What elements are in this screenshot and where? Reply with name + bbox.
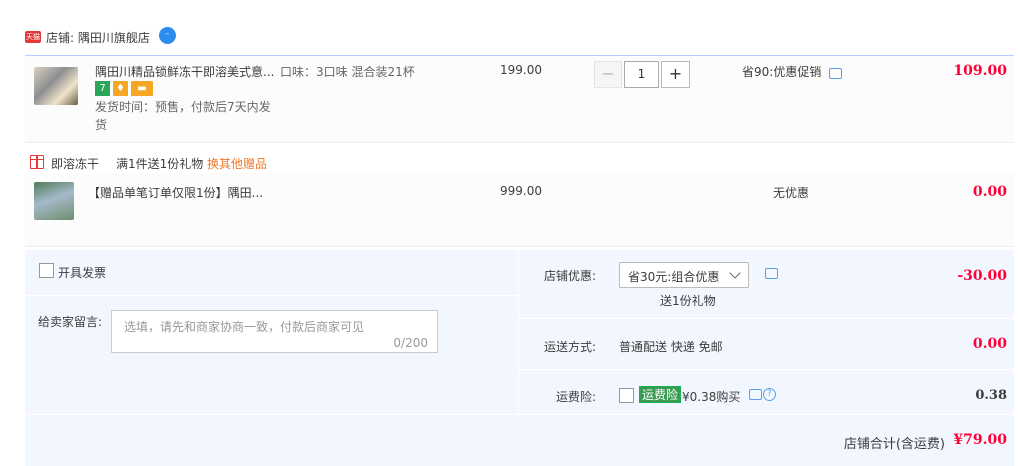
qty-plus-button[interactable]: + (661, 61, 690, 88)
item-promo: 省90:优惠促销 (742, 65, 822, 79)
tmall-badge: 天猫 (25, 31, 41, 43)
message-placeholder: 选填，请先和商家协商一致，付款后商家可见 (124, 320, 365, 334)
shipping-method: 普通配送 快递 免邮 (619, 340, 723, 354)
divider (519, 318, 1014, 319)
seven-day-return-icon[interactable]: 7 (95, 81, 110, 96)
insurance-label: 运费险: (556, 390, 597, 404)
divider (25, 295, 518, 296)
coupon-gift-note: 送1份礼物 (660, 294, 716, 308)
item-thumbnail[interactable] (34, 67, 78, 105)
insurance-checkbox[interactable] (619, 388, 634, 403)
ship-time: 发货时间：预售，付款后7天内发货 (95, 100, 271, 132)
shipping-amount: 0.00 (972, 336, 1007, 352)
comment-icon[interactable] (749, 389, 762, 400)
shop-total-label: 店铺合计(含运费) (843, 437, 945, 452)
divider (519, 369, 1014, 370)
shop-coupon-select[interactable]: 省30元:组合优惠 (619, 262, 749, 288)
message-label: 给卖家留言: (38, 315, 103, 329)
invoice-checkbox[interactable] (39, 263, 54, 278)
shop-coupon-label: 店铺优惠: (544, 269, 597, 283)
shop-total-amount: ¥79.00 (953, 432, 1007, 448)
shop-coupon-value: 省30元:组合优惠 (628, 270, 720, 284)
gift-group-name: 即溶冻干 (51, 157, 100, 171)
service-tags: 7 ♦ ▬ (95, 81, 153, 96)
message-textarea[interactable]: 选填，请先和商家协商一致，付款后商家可见 0/200 (111, 310, 438, 353)
change-gift-link[interactable]: 换其他赠品 (207, 155, 267, 172)
shop-coupon-amount: -30.00 (957, 268, 1007, 284)
item-sku: 口味：3口味 混合装21杯 (280, 65, 415, 79)
item-title-link[interactable]: 隅田川精品锁鲜冻干即溶美式意... (95, 63, 274, 80)
gift-group-rule: 满1件送1份礼物 (116, 157, 204, 171)
invoice-label[interactable]: 开具发票 (58, 264, 106, 281)
insurance-amount: 0.38 (975, 388, 1007, 403)
item-unit-price: 199.00 (500, 63, 542, 77)
shop-name[interactable]: 店铺: 隅田川旗舰店 (46, 29, 150, 46)
item-total: 109.00 (953, 63, 1007, 79)
gift-total: 0.00 (972, 184, 1007, 200)
qty-minus-button[interactable]: − (594, 61, 622, 88)
chevron-down-icon (729, 267, 741, 279)
gift-icon (30, 155, 44, 169)
gift-thumbnail[interactable] (34, 182, 74, 220)
message-char-count: 0/200 (393, 336, 428, 350)
qty-input[interactable]: 1 (624, 61, 659, 88)
gift-promo: 无优惠 (773, 186, 810, 200)
card-icon[interactable]: ▬ (131, 81, 153, 96)
insurance-badge: 运费险 (639, 386, 682, 403)
shield-icon[interactable]: ♦ (113, 81, 128, 96)
gift-title-link[interactable]: 【赠品单笔订单仅限1份】隅田... (88, 184, 263, 201)
insurance-price: ¥0.38购买 (682, 390, 741, 404)
wangwang-chat-icon[interactable]: ᵔ (159, 27, 176, 44)
comment-icon[interactable] (765, 268, 778, 279)
gift-unit-price: 999.00 (500, 184, 542, 198)
comment-icon[interactable] (829, 68, 842, 79)
shipping-label: 运送方式: (544, 340, 597, 354)
help-icon[interactable]: ? (763, 388, 776, 401)
